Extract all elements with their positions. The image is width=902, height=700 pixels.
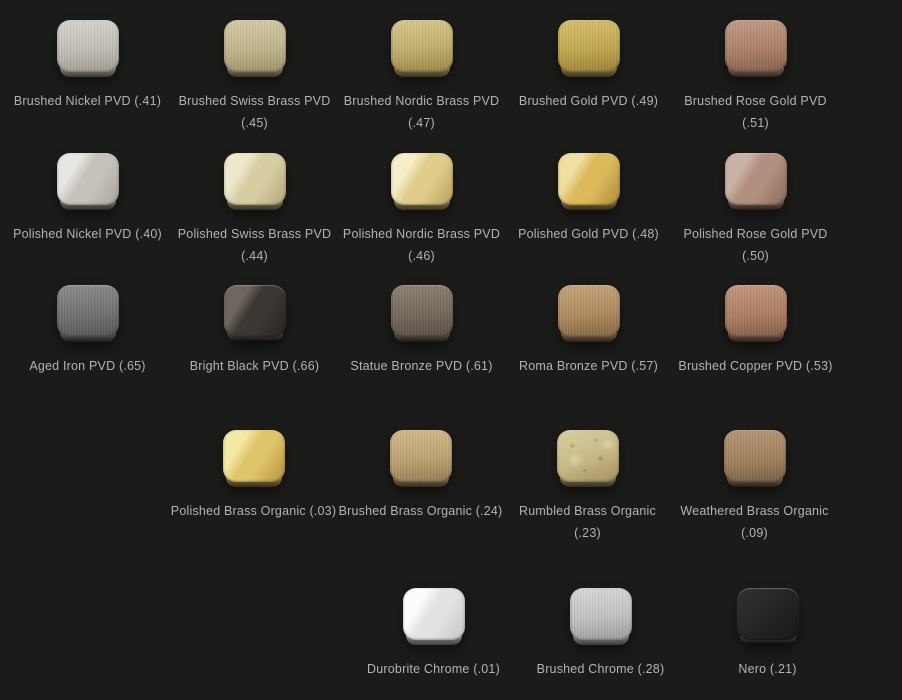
finish-option[interactable]: Polished Nordic Brass PVD(.46) [338, 153, 505, 267]
swatch-tile[interactable] [224, 285, 286, 342]
swatch-tile[interactable] [223, 430, 285, 487]
finish-option[interactable]: Aged Iron PVD (.65) [4, 285, 171, 377]
swatch-label: Polished Swiss Brass PVD(.44) [178, 223, 331, 267]
swatch-label: Polished Gold PVD (.48) [518, 223, 659, 245]
swatch-tile[interactable] [391, 285, 453, 342]
swatch-tile[interactable] [391, 20, 453, 77]
swatch-face [224, 285, 286, 337]
swatch-label: Brushed Brass Organic (.24) [339, 500, 503, 522]
finish-row-1: Brushed Nickel PVD (.41) Brushed Swiss Br… [4, 20, 839, 134]
swatch-label: Roma Bronze PVD (.57) [519, 355, 658, 377]
swatch-face [570, 588, 632, 640]
swatch-label: Polished Rose Gold PVD (.50) [672, 223, 839, 267]
swatch-face [391, 285, 453, 337]
swatch-label: Brushed Nickel PVD (.41) [14, 90, 161, 112]
swatch-face [391, 20, 453, 72]
swatch-label: Bright Black PVD (.66) [190, 355, 319, 377]
finish-option[interactable]: Durobrite Chrome (.01) [350, 588, 517, 680]
swatch-face [558, 285, 620, 337]
finish-option[interactable]: Nero (.21) [684, 588, 851, 680]
swatch-tile[interactable] [224, 20, 286, 77]
swatch-face [558, 20, 620, 72]
finish-row-2: Polished Nickel PVD (.40) Polished Swiss … [4, 153, 839, 267]
swatch-tile[interactable] [57, 153, 119, 210]
swatch-tile[interactable] [558, 285, 620, 342]
swatch-tile[interactable] [558, 153, 620, 210]
finish-option[interactable]: Polished Gold PVD (.48) [505, 153, 672, 267]
swatch-label: Statue Bronze PVD (.61) [350, 355, 492, 377]
finish-row-4: Polished Brass Organic (.03)Brushed Bras… [170, 430, 838, 544]
finish-option[interactable]: Brushed Copper PVD (.53) [672, 285, 839, 377]
finish-option[interactable]: Brushed Brass Organic (.24) [337, 430, 504, 544]
finish-option[interactable]: Brushed Rose Gold PVD (.51) [672, 20, 839, 134]
swatch-tile[interactable] [557, 430, 619, 487]
finish-gallery: { "page": { "background": "#1b1b1a", "la… [0, 0, 902, 700]
finish-option[interactable]: Bright Black PVD (.66) [171, 285, 338, 377]
swatch-label: Weathered Brass Organic(.09) [680, 500, 828, 544]
swatch-face [224, 153, 286, 205]
swatch-label: Brushed Chrome (.28) [537, 658, 665, 680]
finish-option[interactable]: Brushed Gold PVD (.49) [505, 20, 672, 134]
swatch-tile[interactable] [403, 588, 465, 645]
swatch-label: Aged Iron PVD (.65) [29, 355, 145, 377]
swatch-face [57, 153, 119, 205]
finish-option[interactable]: Rumbled Brass Organic (.23) [504, 430, 671, 544]
swatch-label: Brushed Copper PVD (.53) [678, 355, 832, 377]
finish-option[interactable]: Polished Swiss Brass PVD(.44) [171, 153, 338, 267]
finish-option[interactable]: Polished Brass Organic (.03) [170, 430, 337, 544]
swatch-label: Nero (.21) [738, 658, 796, 680]
swatch-face [725, 285, 787, 337]
swatch-tile[interactable] [725, 153, 787, 210]
swatch-tile[interactable] [725, 20, 787, 77]
finish-option[interactable]: Brushed Swiss Brass PVD(.45) [171, 20, 338, 134]
swatch-face [403, 588, 465, 640]
swatch-face [224, 20, 286, 72]
swatch-label: Brushed Swiss Brass PVD(.45) [179, 90, 331, 134]
swatch-face [391, 153, 453, 205]
swatch-face [223, 430, 285, 482]
finish-option[interactable]: Polished Rose Gold PVD (.50) [672, 153, 839, 267]
finish-row-5: Durobrite Chrome (.01) Brushed Chrome (.2… [350, 588, 851, 680]
swatch-tile[interactable] [570, 588, 632, 645]
swatch-face [725, 153, 787, 205]
swatch-label: Brushed Nordic Brass PVD(.47) [344, 90, 500, 134]
swatch-face [725, 20, 787, 72]
swatch-tile[interactable] [224, 153, 286, 210]
swatch-label: Brushed Gold PVD (.49) [519, 90, 658, 112]
swatch-tile[interactable] [725, 285, 787, 342]
swatch-face [724, 430, 786, 482]
finish-option[interactable]: Statue Bronze PVD (.61) [338, 285, 505, 377]
swatch-label: Rumbled Brass Organic (.23) [504, 500, 671, 544]
finish-option[interactable]: Brushed Nordic Brass PVD(.47) [338, 20, 505, 134]
swatch-tile[interactable] [391, 153, 453, 210]
swatch-label: Durobrite Chrome (.01) [367, 658, 500, 680]
swatch-tile[interactable] [737, 588, 799, 645]
swatch-tile[interactable] [724, 430, 786, 487]
swatch-label: Polished Brass Organic (.03) [171, 500, 336, 522]
swatch-face [557, 430, 619, 482]
swatch-tile[interactable] [57, 20, 119, 77]
swatch-face [737, 588, 799, 640]
swatch-label: Polished Nordic Brass PVD(.46) [343, 223, 500, 267]
finish-option[interactable]: Brushed Nickel PVD (.41) [4, 20, 171, 134]
swatch-face [57, 285, 119, 337]
finish-option[interactable]: Polished Nickel PVD (.40) [4, 153, 171, 267]
finish-row-3: Aged Iron PVD (.65) Bright Black PVD (.66… [4, 285, 839, 377]
swatch-tile[interactable] [57, 285, 119, 342]
finish-option[interactable]: Weathered Brass Organic(.09) [671, 430, 838, 544]
swatch-label: Brushed Rose Gold PVD (.51) [672, 90, 839, 134]
finish-option[interactable]: Brushed Chrome (.28) [517, 588, 684, 680]
swatch-face [57, 20, 119, 72]
finish-option[interactable]: Roma Bronze PVD (.57) [505, 285, 672, 377]
swatch-face [390, 430, 452, 482]
swatch-face [558, 153, 620, 205]
swatch-tile[interactable] [390, 430, 452, 487]
swatch-label: Polished Nickel PVD (.40) [13, 223, 162, 245]
swatch-tile[interactable] [558, 20, 620, 77]
